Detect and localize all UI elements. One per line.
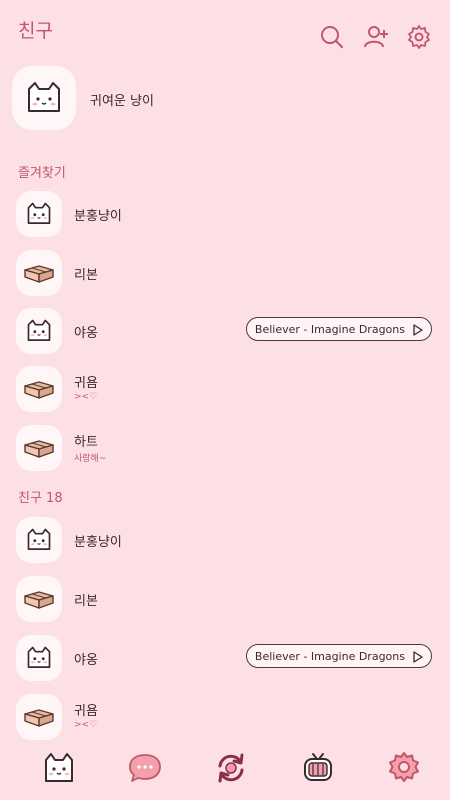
profile-avatar[interactable] <box>12 66 76 130</box>
add-friend-icon[interactable] <box>363 24 389 50</box>
cat-icon <box>28 82 60 112</box>
music-badge[interactable]: Believer - Imagine Dragons <box>245 317 432 341</box>
cat-icon <box>27 202 51 224</box>
friend-avatar[interactable] <box>16 308 62 354</box>
friend-name: 야옹 <box>74 653 98 668</box>
profile-name: 귀여운 냥이 <box>90 94 154 109</box>
favorite-item[interactable]: 하트 사랑해~ <box>16 425 436 471</box>
friend-item[interactable]: 분홍냥이 <box>16 517 436 563</box>
friend-avatar[interactable] <box>16 191 62 237</box>
settings-tab-icon[interactable] <box>386 750 422 786</box>
friend-avatar[interactable] <box>16 694 62 740</box>
friend-name: 분홍냥이 <box>74 209 122 224</box>
friend-item[interactable]: 귀욤 ><♡ <box>16 694 436 740</box>
friend-name: 리본 <box>74 268 98 283</box>
my-profile[interactable]: 귀여운 냥이 <box>12 66 442 132</box>
favorite-item[interactable]: 귀욤 ><♡ <box>16 366 436 412</box>
music-badge[interactable]: Believer - Imagine Dragons <box>245 644 432 668</box>
settings-icon[interactable] <box>406 24 432 50</box>
friend-avatar[interactable] <box>16 425 62 471</box>
play-icon[interactable] <box>413 651 423 663</box>
friend-name: 귀욤 <box>74 376 98 391</box>
favorite-item[interactable]: 리본 <box>16 250 436 296</box>
refresh-tab-icon[interactable] <box>213 750 249 786</box>
box-icon <box>24 591 54 609</box>
tv-tab-icon[interactable] <box>300 750 336 786</box>
favorite-item[interactable]: 분홍냥이 <box>16 191 436 237</box>
friend-avatar[interactable] <box>16 250 62 296</box>
friend-avatar[interactable] <box>16 517 62 563</box>
cat-friends-tab-icon[interactable] <box>41 750 77 786</box>
cat-icon <box>27 528 51 550</box>
friend-status: 사랑해~ <box>74 454 107 464</box>
favorite-item[interactable]: 야옹 Believer - Imagine Dragons <box>16 308 436 354</box>
box-icon <box>24 265 54 283</box>
friend-item[interactable]: 리본 <box>16 576 436 622</box>
friend-name: 하트 <box>74 435 98 450</box>
friend-avatar[interactable] <box>16 576 62 622</box>
friend-name: 리본 <box>74 594 98 609</box>
music-title: Believer - Imagine Dragons <box>254 323 405 336</box>
page-title: 친구 <box>18 20 53 42</box>
search-icon[interactable] <box>319 24 345 50</box>
bottom-tab-bar <box>0 744 450 800</box>
friends-section-label: 친구 18 <box>18 491 63 506</box>
music-title: Believer - Imagine Dragons <box>254 650 405 663</box>
favorites-section-label: 즐겨찾기 <box>18 166 66 181</box>
friend-avatar[interactable] <box>16 635 62 681</box>
chat-bubble-tab-icon[interactable] <box>127 750 163 786</box>
header: 친구 <box>0 0 450 62</box>
friend-status: ><♡ <box>74 392 98 402</box>
cat-icon <box>27 319 51 341</box>
box-icon <box>24 381 54 399</box>
friend-name: 귀욤 <box>74 704 98 719</box>
friend-name: 야옹 <box>74 326 98 341</box>
play-icon[interactable] <box>413 324 423 336</box>
box-icon <box>24 440 54 458</box>
friend-name: 분홍냥이 <box>74 535 122 550</box>
friend-item[interactable]: 야옹 Believer - Imagine Dragons <box>16 635 436 681</box>
box-icon <box>24 709 54 727</box>
cat-icon <box>27 646 51 668</box>
friend-status: ><♡ <box>74 720 98 730</box>
friend-avatar[interactable] <box>16 366 62 412</box>
